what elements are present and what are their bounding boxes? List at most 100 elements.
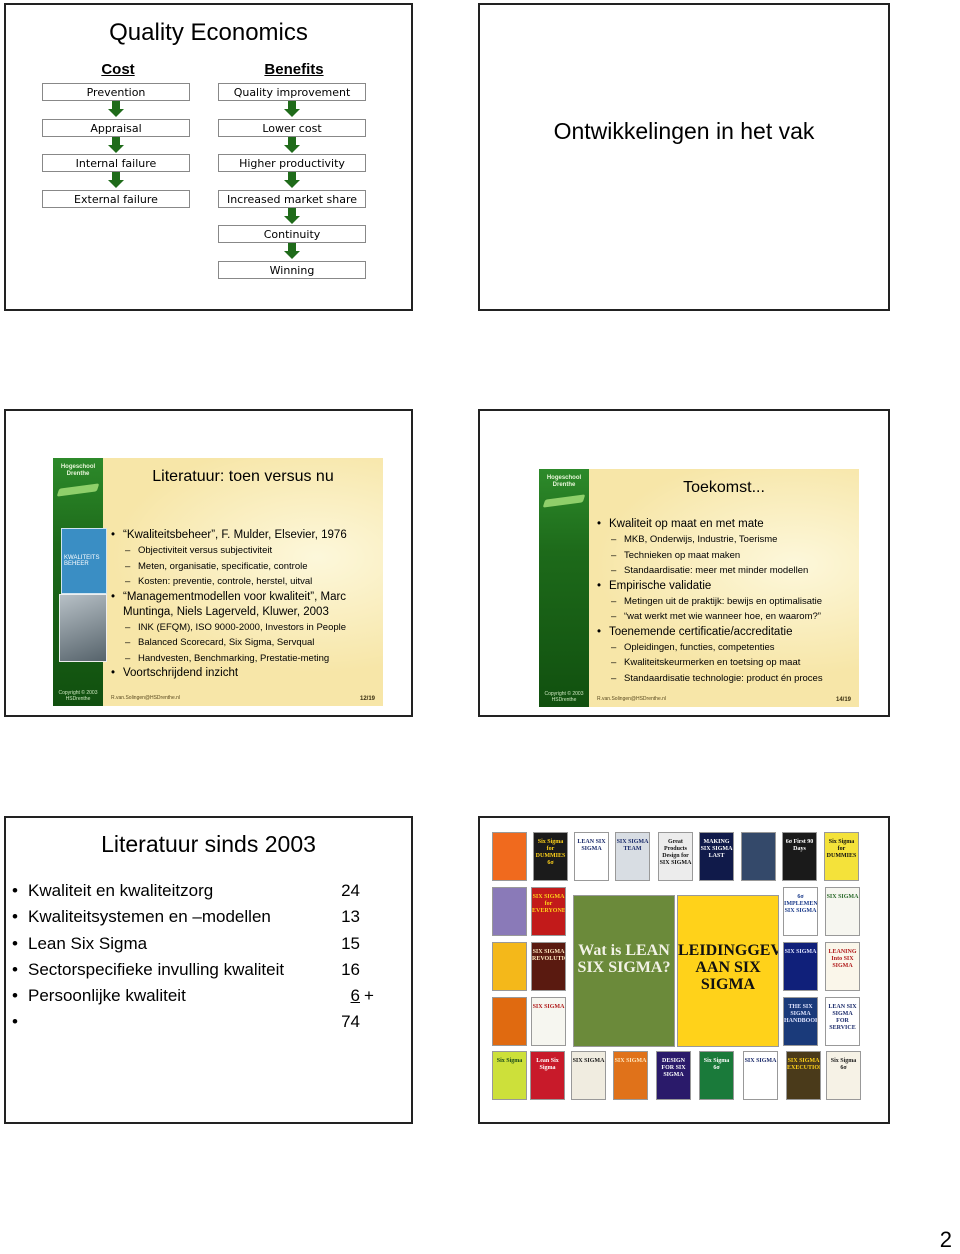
sub-bullet-item: Kosten: preventie, controle, herstel, ui… xyxy=(111,574,379,590)
sum-plus-sign: + xyxy=(364,986,374,1006)
book-title xyxy=(493,888,526,894)
book-title: SIX SIGMA xyxy=(572,1058,605,1064)
book-cover: Lean Six Sigma xyxy=(530,1051,565,1100)
book-cover: LEANING Into SIX SIGMA xyxy=(825,942,860,991)
book-cover: Six Sigma for DUMMIES xyxy=(824,832,859,881)
category-label: Kwaliteit en kwaliteitzorg xyxy=(28,881,214,900)
down-arrow-icon xyxy=(108,136,124,153)
bullet-icon: • xyxy=(12,881,18,900)
author-email: R.van.Solingen@HSDrenthe.nl xyxy=(597,696,667,702)
school-logo: Hogeschool Drenthe xyxy=(546,475,582,488)
arrow-head xyxy=(284,180,300,188)
arrow-head xyxy=(284,215,300,224)
arrow-shaft xyxy=(288,243,296,251)
book-title: THE SIX SIGMA HANDBOOK xyxy=(784,1004,818,1024)
book-title: Six Sigma 6σ xyxy=(830,1058,857,1071)
bullet-item: “Managementmodellen voor kwaliteit”, Mar… xyxy=(111,590,379,620)
bullet-icon: • xyxy=(12,933,18,953)
slide-quality-economics: Quality Economics Cost Benefits Preventi… xyxy=(4,3,413,311)
arrow-shaft xyxy=(288,136,296,145)
book-cover xyxy=(741,832,776,881)
slide-literatuur-sinds-2003: Literatuur sinds 2003 • Kwaliteit en kwal… xyxy=(4,816,413,1124)
book-cover xyxy=(492,832,527,881)
literature-row: • Kwaliteitsystemen en –modellen 13 xyxy=(12,904,392,930)
arrow-shaft xyxy=(112,136,120,145)
copyright: Copyright © 2003 HSDrenthe xyxy=(544,691,584,703)
book-cover: SIX SIGMA xyxy=(613,1051,648,1100)
arrow-head xyxy=(108,109,124,117)
bullet-list: “Kwaliteitsbeheer”, F. Mulder, Elsevier,… xyxy=(111,528,379,681)
book-cover-label: KWALITEITS BEHEER xyxy=(64,555,100,567)
down-arrow-icon xyxy=(284,207,300,224)
book-title xyxy=(493,943,526,949)
book-cover: SIX SIGMA xyxy=(825,887,860,936)
book-cover: Six Sigma xyxy=(492,1051,527,1100)
book-title: SIX SIGMA xyxy=(614,1058,647,1064)
slide-ontwikkelingen: Ontwikkelingen in het vak xyxy=(478,3,890,311)
bullet-item: Kwaliteit op maat en met mate xyxy=(597,517,855,532)
book-title: Six Sigma for DUMMIES xyxy=(826,839,857,859)
book-cover: SIX SIGMA xyxy=(783,942,818,991)
book-title: DESIGN FOR SIX SIGMA xyxy=(661,1058,686,1078)
bullet-icon: • xyxy=(12,959,18,979)
book-title: 6σ IMPLEMENTING SIX SIGMA xyxy=(784,894,818,914)
arrow-head xyxy=(108,180,124,188)
sub-bullet-item: “wat werkt met wie wanneer hoe, en waaro… xyxy=(597,609,855,625)
bullet-item: Voortschrijdend inzicht xyxy=(111,666,379,681)
arrow-shaft xyxy=(288,172,296,180)
logo-sidebar: Hogeschool Drenthe Copyright © 2003 HSDr… xyxy=(539,469,589,707)
book-title xyxy=(493,833,526,839)
slide-number: 12/19 xyxy=(359,696,375,702)
benefit-step-box: Lower cost xyxy=(218,118,366,137)
sub-bullet-item: Balanced Scorecard, Six Sigma, Servqual xyxy=(111,635,379,651)
category-count: 24 xyxy=(341,881,360,900)
arrow-shaft xyxy=(112,101,120,109)
cost-header: Cost xyxy=(101,61,135,78)
book-cover: SIX SIGMA xyxy=(531,997,566,1046)
slide-title: Ontwikkelingen in het vak xyxy=(553,118,815,144)
sub-bullet-item: Objectiviteit versus subjectiviteit xyxy=(111,543,379,559)
bullet-icon: • xyxy=(12,986,18,1006)
benefit-step-box: Increased market share xyxy=(218,189,366,208)
bullet-item: Toenemende certificatie/accreditatie xyxy=(597,625,855,640)
arrow-head xyxy=(284,144,300,153)
category-label: Kwaliteitsystemen en –modellen xyxy=(28,907,271,927)
category-count: 13 xyxy=(341,907,360,927)
book-title: 6σ First 90 Days xyxy=(785,839,814,852)
benefits-header: Benefits xyxy=(264,61,324,78)
down-arrow-icon xyxy=(284,136,300,153)
logo-map-icon xyxy=(56,483,100,497)
book-cover xyxy=(492,997,527,1046)
book-title: SIX SIGMA EXECUTION xyxy=(787,1058,821,1071)
book-title: Six Sigma for DUMMIES 6σ xyxy=(535,839,566,866)
slide-title: Quality Economics xyxy=(109,19,308,46)
benefit-step-box: Winning xyxy=(218,260,366,279)
slide-content: Hogeschool Drenthe Copyright © 2003 HSDr… xyxy=(53,458,383,706)
book-cover: LEAN SIX SIGMA FOR SERVICE xyxy=(825,997,860,1046)
bullet-icon: • xyxy=(12,1012,18,1032)
sub-bullet-item: Technieken op maat maken xyxy=(597,548,855,564)
book-title xyxy=(742,833,775,839)
benefit-step-box: Quality improvement xyxy=(218,83,366,101)
cost-step-box: External failure xyxy=(42,189,190,208)
category-count: 16 xyxy=(341,959,360,979)
author-email: R.van.Solingen@HSDrenthe.nl xyxy=(111,695,181,701)
bullet-list: Kwaliteit op maat en met mateMKB, Onderw… xyxy=(597,517,855,686)
category-label: Lean Six Sigma xyxy=(28,933,148,953)
sub-bullet-item: Handvesten, Benchmarking, Prestatie-meti… xyxy=(111,651,379,667)
book-title: Six Sigma 6σ xyxy=(703,1058,730,1071)
down-arrow-icon xyxy=(108,101,124,117)
book-title: SIX SIGMA for EVERYONE xyxy=(532,894,566,914)
book-cover: 6σ IMPLEMENTING SIX SIGMA xyxy=(783,887,818,936)
book-title: Great Products Design for SIX SIGMA xyxy=(659,839,692,866)
category-label: Sectorspecifieke invulling kwaliteit xyxy=(28,959,285,979)
literature-row: • Persoonlijke kwaliteit 6 + xyxy=(12,983,392,1009)
featured-book-cover: Wat is LEAN SIX SIGMA? xyxy=(573,895,675,1047)
book-title: SIX SIGMA TEAM xyxy=(616,839,649,852)
copyright: Copyright © 2003 HSDrenthe xyxy=(58,690,98,702)
book-cover: LEAN SIX SIGMA xyxy=(574,832,609,881)
slide-toekomst: Hogeschool Drenthe Copyright © 2003 HSDr… xyxy=(478,409,890,717)
book-title: LEAN SIX SIGMA xyxy=(577,839,606,852)
book-title: SIX SIGMA xyxy=(532,1004,565,1010)
book-cover: THE SIX SIGMA HANDBOOK xyxy=(783,997,818,1046)
